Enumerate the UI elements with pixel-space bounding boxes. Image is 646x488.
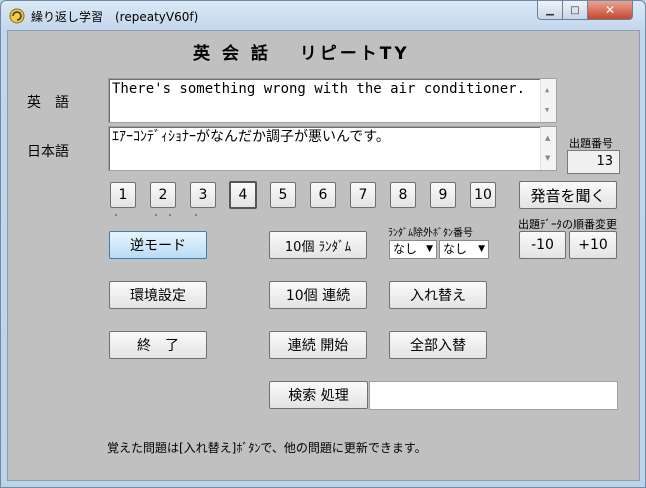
dot-marker (169, 214, 171, 216)
question-number-label: 出題番号 (569, 137, 613, 150)
pronounce-button[interactable]: 発音を聞く (519, 181, 617, 209)
question-number-field[interactable]: 13 (567, 150, 620, 174)
scroll-up-icon: ▲ (545, 134, 551, 142)
exclude-select-1[interactable]: なし ▼ (389, 240, 437, 259)
exclude-select-2[interactable]: なし ▼ (439, 240, 489, 259)
dot-marker (195, 214, 197, 216)
serial10-button[interactable]: 10個 連続 (269, 281, 367, 309)
plus10-button[interactable]: +10 (569, 231, 617, 259)
english-textbox[interactable]: There's something wrong with the air con… (108, 78, 557, 123)
client-area: 英 会 話 リピートTY 英 語 There's something wrong… (7, 30, 640, 481)
page-title: 英 会 話 リピートTY (193, 44, 410, 64)
minimize-icon: ▁ (546, 4, 554, 16)
replace-all-button[interactable]: 全部入替 (389, 331, 487, 359)
order-change-label: 出題ﾃﾞｰﾀの順番変更 (518, 218, 617, 231)
number-button-5[interactable]: 5 (270, 182, 296, 208)
number-button-10[interactable]: 10 (470, 182, 496, 208)
maximize-button[interactable]: □ (563, 1, 588, 20)
chevron-down-icon: ▼ (426, 244, 433, 254)
minimize-button[interactable]: ▁ (537, 1, 563, 20)
exclude-select-2-value: なし (443, 242, 468, 256)
footer-note: 覚えた問題は[入れ替え]ﾎﾞﾀﾝで、他の問題に更新できます。 (107, 441, 427, 455)
japanese-label: 日本語 (27, 144, 69, 160)
minus10-button[interactable]: -10 (519, 231, 566, 259)
serial-start-button[interactable]: 連続 開始 (269, 331, 367, 359)
reverse-mode-button[interactable]: 逆モード (109, 231, 207, 259)
exit-button[interactable]: 終 了 (109, 331, 207, 359)
app-icon (9, 8, 25, 24)
window-title: 繰り返し学習 (repeatyV60f) (31, 10, 199, 24)
scroll-up-icon: ▲ (545, 86, 550, 94)
search-button[interactable]: 検索 処理 (269, 381, 368, 409)
maximize-icon: □ (570, 4, 580, 16)
english-label: 英 語 (27, 95, 69, 111)
japanese-scrollbar[interactable]: ▲ ▼ (540, 127, 556, 170)
japanese-text: ｴｱｰｺﾝﾃﾞｨｼｮﾅｰがなんだか調子が悪いんです。 (112, 129, 390, 145)
close-icon: ✕ (604, 3, 616, 17)
number-button-3[interactable]: 3 (190, 182, 216, 208)
number-button-7[interactable]: 7 (350, 182, 376, 208)
chevron-down-icon: ▼ (478, 244, 485, 254)
close-button[interactable]: ✕ (588, 1, 633, 20)
number-button-2[interactable]: 2 (150, 182, 176, 208)
english-scrollbar[interactable]: ▲ ▼ (540, 79, 556, 122)
english-text: There's something wrong with the air con… (112, 81, 526, 97)
dot-marker (115, 214, 117, 216)
exclude-select-1-value: なし (393, 242, 418, 256)
settings-button[interactable]: 環境設定 (109, 281, 207, 309)
scroll-down-icon: ▼ (545, 154, 551, 162)
search-input[interactable] (369, 381, 618, 410)
dot-marker (155, 214, 157, 216)
window-controls: ▁ □ ✕ (537, 1, 633, 21)
number-button-6[interactable]: 6 (310, 182, 336, 208)
number-button-9[interactable]: 9 (430, 182, 456, 208)
japanese-textbox[interactable]: ｴｱｰｺﾝﾃﾞｨｼｮﾅｰがなんだか調子が悪いんです。 ▲ ▼ (108, 126, 557, 171)
number-button-8[interactable]: 8 (390, 182, 416, 208)
number-button-1[interactable]: 1 (110, 182, 136, 208)
random10-button[interactable]: 10個 ﾗﾝﾀﾞﾑ (269, 231, 367, 259)
number-button-4[interactable]: 4 (229, 181, 257, 209)
scroll-down-icon: ▼ (545, 106, 550, 114)
random-exclude-label: ﾗﾝﾀﾞﾑ除外ﾎﾞﾀﾝ番号 (388, 228, 473, 239)
replace-button[interactable]: 入れ替え (389, 281, 487, 309)
